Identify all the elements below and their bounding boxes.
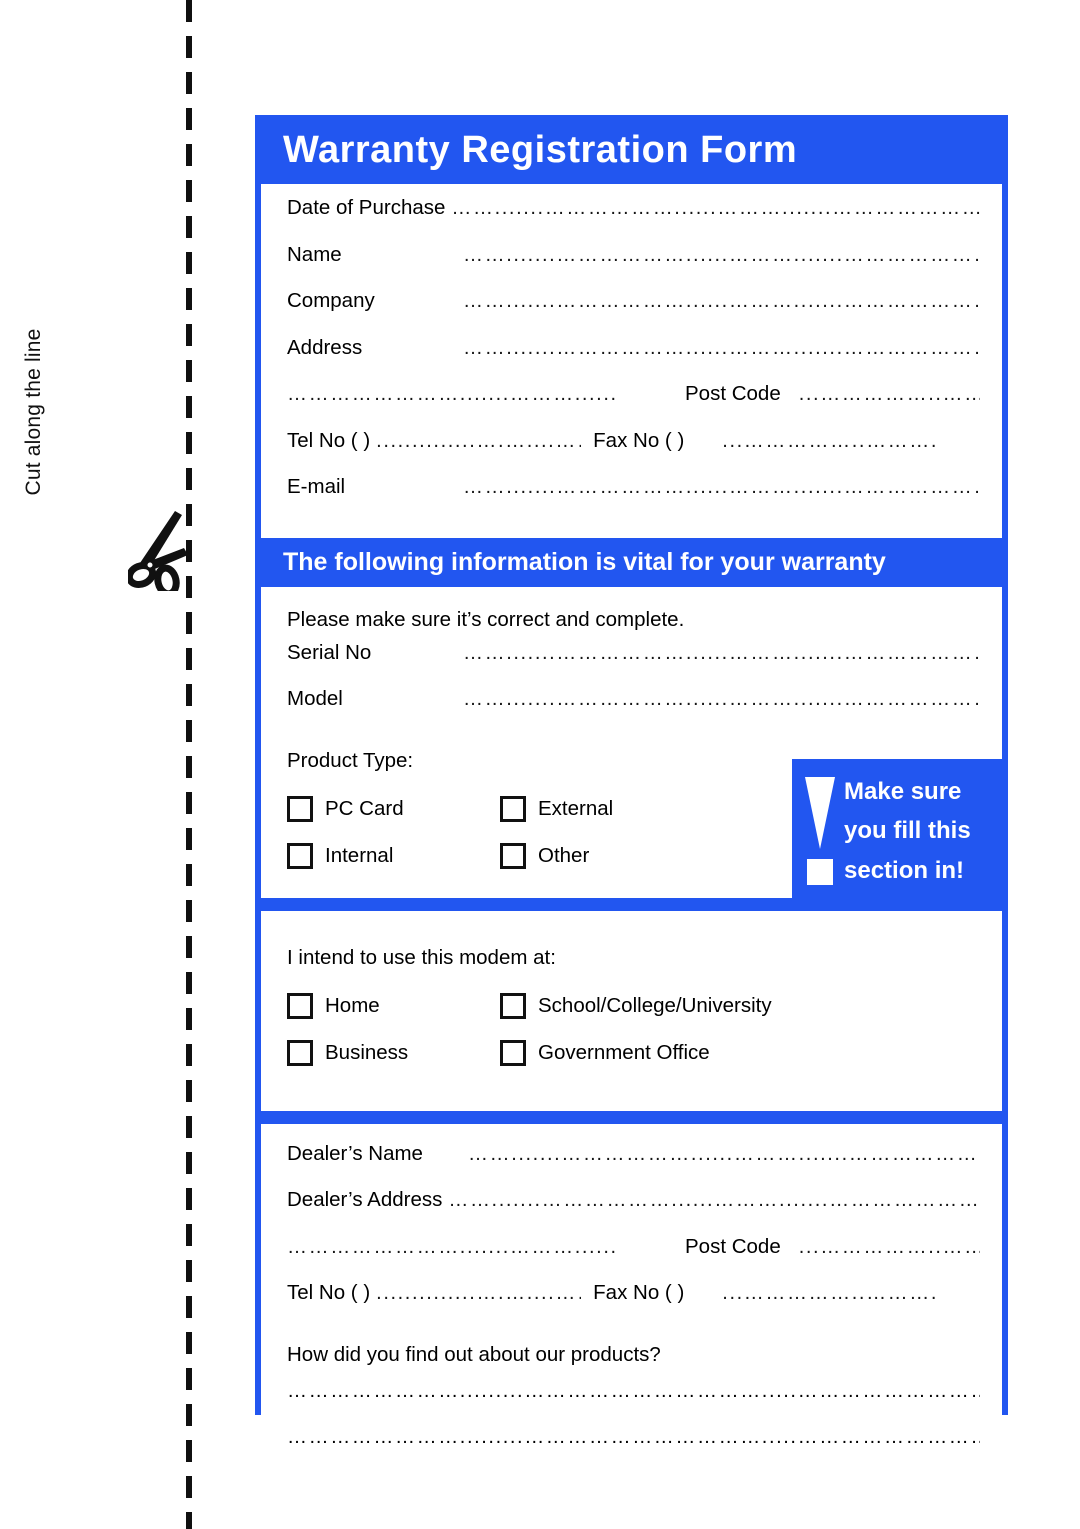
field-label: Model	[287, 687, 343, 710]
field-label: Dealer’s Address	[287, 1188, 443, 1211]
address-line2-dotted-line: …………………….......………..........	[287, 384, 617, 404]
warranty-form-card: Warranty Registration Form Date of Purch…	[255, 115, 1008, 1496]
checkbox-box-icon[interactable]	[500, 843, 526, 869]
exclamation-dot	[807, 859, 833, 885]
field-dotted-line: …….......………………......……….......…………………….…	[463, 477, 980, 497]
checkbox-box-icon[interactable]	[500, 1040, 526, 1066]
field-dotted-line: …….......………………......……….......…………………….…	[448, 1190, 980, 1210]
vital-info-header: The following information is vital for y…	[283, 547, 886, 576]
fax-no-dotted-line: ...……………..……….	[722, 1283, 939, 1303]
checkbox-row: Home School/College/University	[287, 983, 976, 1030]
checkbox-label: School/College/University	[538, 994, 772, 1017]
field-dealers-name[interactable]: Dealer’s Name …….......………………......………..…	[261, 1141, 1002, 1191]
checkbox-box-icon[interactable]	[287, 1040, 313, 1066]
checkbox-home[interactable]: Home	[287, 993, 500, 1019]
tel-no-label: Tel No ( )	[287, 1281, 371, 1304]
intended-use-checkbox-group: Home School/College/University Business …	[261, 983, 1002, 1089]
post-code-dotted-line: ...……………..……….	[798, 1236, 980, 1257]
checkbox-pc-card[interactable]: PC Card	[287, 796, 500, 822]
field-dealer-tel-fax[interactable]: Tel No ( ) ..............….…....……. Fax …	[261, 1281, 1002, 1330]
callout-line-3: section in!	[844, 856, 965, 884]
checkbox-label: Business	[325, 1041, 409, 1064]
checkbox-school-college-university[interactable]: School/College/University	[500, 993, 772, 1019]
field-serial-no[interactable]: Serial No …….......………………......………......…	[261, 640, 1002, 690]
how-did-you-find-us-question: How did you find out about our products?	[287, 1342, 661, 1366]
cut-along-the-line-label: Cut along the line	[22, 328, 45, 496]
dealer-address-line2-dotted-line: …………………….......………..........	[287, 1236, 617, 1257]
field-dotted-line: …….......………………......……….......…………………….…	[463, 689, 980, 709]
checkbox-label: Other	[538, 844, 590, 867]
section-separator	[255, 1110, 1008, 1124]
checkbox-label: External	[538, 797, 614, 820]
checkbox-business[interactable]: Business	[287, 1040, 500, 1066]
field-dotted-line: …….......………………......……….......…………………….…	[451, 198, 980, 218]
exclamation-bar	[805, 777, 835, 849]
checkbox-external[interactable]: External	[500, 796, 613, 822]
callout-line-2: you fill this	[844, 817, 971, 845]
checkbox-row: Business Government Office	[287, 1030, 976, 1077]
checkbox-label: Government Office	[538, 1041, 710, 1064]
field-label: Company	[287, 289, 375, 312]
intended-use-question: I intend to use this modem at:	[287, 945, 556, 969]
customer-details-panel: Date of Purchase …….......………………......………	[261, 184, 1002, 538]
field-address[interactable]: Address …….......………………......……….......……	[261, 335, 1002, 385]
checkbox-label: Home	[325, 994, 380, 1017]
checkbox-internal[interactable]: Internal	[287, 843, 500, 869]
field-label: Address	[287, 335, 363, 359]
field-tel-fax[interactable]: Tel No ( ) ..............….…....……. Fax …	[261, 428, 1002, 478]
field-dotted-line: …….......………………......……….......…………………….…	[463, 642, 980, 663]
field-address-line2-and-postcode[interactable]: …………………….......……….......... Post Code .…	[261, 382, 1002, 431]
scissors-icon	[125, 505, 206, 598]
field-dotted-line: …….......………………......……….......…………………….…	[463, 337, 980, 358]
page-title: Warranty Registration Form	[283, 129, 798, 171]
dealer-details-panel: Dealer’s Name …….......………………......………..…	[261, 1123, 1002, 1496]
post-code-label: Post Code	[685, 1234, 781, 1258]
fax-no-dotted-line: ...……………..……….	[722, 430, 939, 451]
field-date-of-purchase[interactable]: Date of Purchase …….......………………......………	[261, 196, 1002, 245]
field-label: E-mail	[287, 475, 346, 498]
field-label: Dealer’s Name	[287, 1141, 423, 1165]
field-model[interactable]: Model …….......………………......……….......…………	[261, 687, 1002, 736]
fax-no-label: Fax No ( )	[593, 428, 685, 452]
free-text-dotted-line: …………………….........…………………………….....……………………	[287, 1425, 980, 1448]
post-code-dotted-line: ...……………..……….	[798, 384, 980, 404]
checkbox-box-icon[interactable]	[287, 843, 313, 869]
checkbox-box-icon[interactable]	[287, 796, 313, 822]
cut-line-dashed-divider	[186, 0, 192, 1529]
checkbox-box-icon[interactable]	[287, 993, 313, 1019]
checkbox-label: Internal	[325, 844, 394, 867]
checkbox-other[interactable]: Other	[500, 843, 589, 869]
field-label: Name	[287, 242, 342, 266]
field-name[interactable]: Name …….......………………......……….......……………	[261, 242, 1002, 292]
field-label: Date of Purchase	[287, 196, 446, 219]
callout-text-block: Make sure you fill this section in!	[844, 772, 971, 889]
tel-no-dotted-line: ..............….…....…….	[376, 430, 581, 451]
tel-no-label: Tel No ( )	[287, 428, 371, 452]
free-text-line-2[interactable]: …………………….........…………………………….....……………………	[261, 1426, 1002, 1472]
checkbox-label: PC Card	[325, 797, 404, 820]
tel-no-dotted-line: ..............….…....…….	[376, 1283, 581, 1303]
field-label: Serial No	[287, 640, 372, 664]
field-dealers-address[interactable]: Dealer’s Address …….......………………......………	[261, 1188, 1002, 1237]
checkbox-box-icon[interactable]	[500, 993, 526, 1019]
free-text-line-1[interactable]: …………………….........…………………………….....……………………	[261, 1380, 1002, 1426]
field-dotted-line: …….......………………......……….......…………………….…	[463, 291, 980, 311]
free-text-dotted-line: …………………….........…………………………….....……………………	[287, 1379, 980, 1402]
checkbox-box-icon[interactable]	[500, 796, 526, 822]
field-dotted-line: …….......………………......……….......…………………….…	[463, 244, 980, 265]
field-dealer-address-line2-and-postcode[interactable]: …………………….......……….......... Post Code .…	[261, 1234, 1002, 1284]
field-email[interactable]: E-mail …….......………………......……….......………	[261, 475, 1002, 524]
make-sure-callout: Make sure you fill this section in!	[792, 758, 1008, 904]
vital-info-note: Please make sure it’s correct and comple…	[287, 607, 685, 631]
fax-no-label: Fax No ( )	[593, 1281, 685, 1304]
exclamation-icon	[802, 777, 838, 885]
callout-line-1: Make sure	[844, 778, 962, 806]
field-company[interactable]: Company …….......………………......……….......……	[261, 289, 1002, 338]
vital-info-panel: Please make sure it’s correct and comple…	[261, 586, 1008, 904]
post-code-label: Post Code	[685, 382, 781, 405]
intended-use-panel: I intend to use this modem at: Home Scho…	[261, 910, 1002, 1111]
field-dotted-line: …….......………………......……….......…………………….…	[468, 1143, 980, 1164]
checkbox-government-office[interactable]: Government Office	[500, 1040, 710, 1066]
